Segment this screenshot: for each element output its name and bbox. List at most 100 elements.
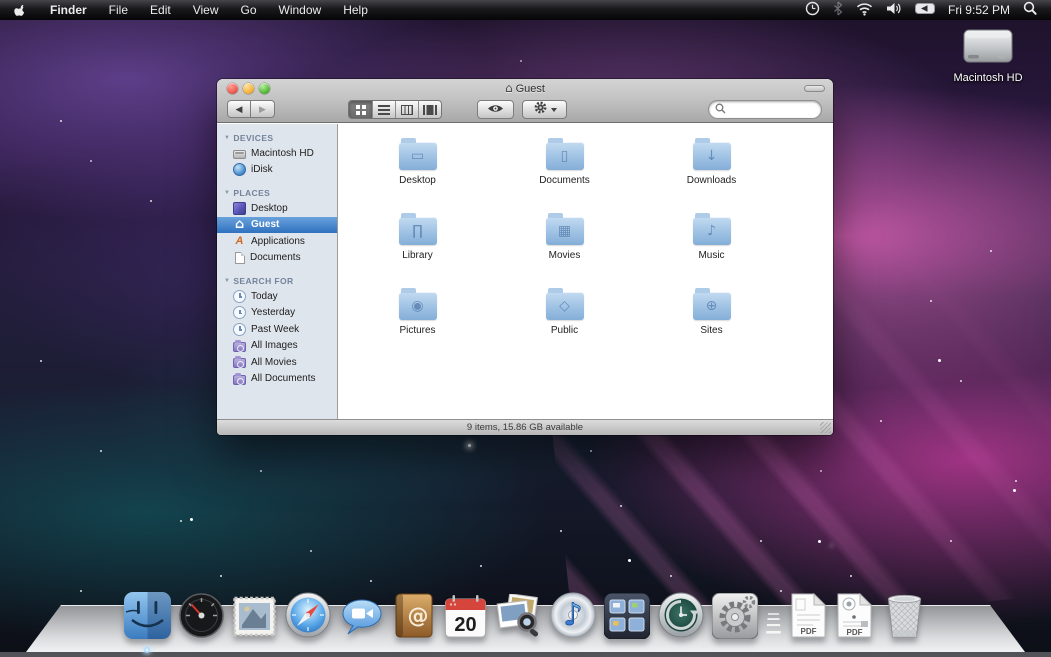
sidebar-item-label: Past Week [251,324,299,335]
sidebar-item-all-movies[interactable]: All Movies [217,354,337,371]
window-title: ⌂Guest [217,81,833,95]
dock-dashboard[interactable] [178,592,225,644]
folder-icon: ▯ [546,142,584,170]
folder-pictures[interactable]: ◉ Pictures [358,286,478,361]
menu-bar-clock[interactable]: Fri 9:52 PM [948,3,1010,17]
menu-item-finder[interactable]: Finder [39,1,98,19]
menu-item-file[interactable]: File [98,1,139,19]
folder-sites[interactable]: ⊕ Sites [652,286,772,361]
back-button[interactable]: ◀ [227,100,251,118]
menu-item-help[interactable]: Help [332,1,379,19]
dock-safari[interactable] [284,591,332,644]
sidebar-section-devices[interactable]: ▼ DEVICES [217,130,337,145]
folder-music[interactable]: ♪ Music [652,211,772,286]
smart-folder-icon [233,342,246,352]
sidebar-item-documents[interactable]: Documents [217,250,337,267]
applications-icon [233,235,246,248]
list-view-icon [378,105,390,115]
search-input[interactable] [729,104,809,115]
time-machine-icon [657,591,705,644]
sidebar-item-today[interactable]: Today [217,288,337,305]
sidebar-section-places[interactable]: ▼ PLACES [217,185,337,200]
sidebar-item-all-documents[interactable]: All Documents [217,371,337,388]
folder-icon: ▦ [546,217,584,245]
finder-window: ⌂Guest ◀ ▶ [217,79,833,435]
folder-label: Downloads [652,175,772,186]
dock-preview[interactable] [495,594,542,644]
coverflow-view-button[interactable] [418,101,441,118]
action-button[interactable] [522,100,567,119]
sidebar-item-yesterday[interactable]: Yesterday [217,305,337,322]
dock-address-book[interactable]: @ [392,592,436,644]
dock-system-preferences[interactable] [712,593,758,644]
dock-itunes[interactable]: ♪ [549,591,597,644]
list-view-button[interactable] [372,101,395,118]
sidebar-item-past-week[interactable]: Past Week [217,321,337,338]
folder-library[interactable]: ∏ Library [358,211,478,286]
disclosure-triangle-icon: ▼ [224,278,230,284]
volume-icon[interactable] [886,2,902,18]
dock-ichat[interactable] [339,597,385,644]
icon-view-button[interactable] [349,101,372,118]
forward-button[interactable]: ▶ [251,100,275,118]
folder-documents[interactable]: ▯ Documents [505,136,625,211]
quick-look-button[interactable] [477,100,514,119]
sidebar-item-idisk[interactable]: iDisk [217,162,337,179]
folder-downloads[interactable]: ↓ Downloads [652,136,772,211]
menu-item-edit[interactable]: Edit [139,1,182,19]
time-machine-icon[interactable] [805,1,820,19]
folder-label: Public [505,325,625,336]
folder-icon: ⊕ [693,292,731,320]
document-icon [235,252,245,264]
dock-ical[interactable]: 20 [443,594,488,644]
menu-extra-icon[interactable] [915,3,935,17]
dock-spaces[interactable] [604,593,650,644]
resize-grip[interactable] [820,422,831,433]
folder-public[interactable]: ◇ Public [505,286,625,361]
folder-icon: ▭ [399,142,437,170]
sidebar-item-macintosh-hd[interactable]: Macintosh HD [217,145,337,162]
bluetooth-icon[interactable] [833,1,843,19]
dropdown-caret-icon [551,108,557,112]
sidebar-item-applications[interactable]: Applications [217,233,337,250]
dock-time-machine[interactable] [657,591,705,644]
sidebar-item-label: Today [251,291,278,302]
svg-text:PDF: PDF [846,628,862,637]
status-text: 9 items, 15.86 GB available [467,422,583,433]
view-mode-control [348,100,442,119]
search-icon [715,101,726,119]
wifi-icon[interactable] [856,2,873,19]
file-browser-area[interactable]: ▭ Desktop ▯ Documents ↓ Downloads ∏ Libr… [338,124,833,419]
sidebar-section-search-for[interactable]: ▼ SEARCH FOR [217,273,337,288]
folder-grid: ▭ Desktop ▯ Documents ↓ Downloads ∏ Libr… [338,124,833,419]
menu-bar-left: Finder File Edit View Go Window Help [0,1,379,19]
sidebar-item-desktop[interactable]: Desktop [217,200,337,217]
toolbar-toggle-button[interactable] [804,85,825,92]
apple-menu-icon[interactable] [0,3,39,18]
gear-icon [533,100,548,120]
menu-item-go[interactable]: Go [230,1,268,19]
dock-trash[interactable] [881,590,928,644]
menu-item-view[interactable]: View [182,1,230,19]
column-view-button[interactable] [395,101,418,118]
back-arrow-icon: ◀ [236,104,243,115]
preview-icon [495,594,542,644]
dock-mail[interactable] [232,594,277,644]
folder-desktop[interactable]: ▭ Desktop [358,136,478,211]
dock-finder[interactable] [124,592,171,644]
folder-movies[interactable]: ▦ Movies [505,211,625,286]
sidebar-item-guest-selected[interactable]: Guest [217,217,337,234]
search-field[interactable] [709,101,821,118]
svg-text:20: 20 [454,614,476,636]
menu-item-window[interactable]: Window [268,1,333,19]
window-header[interactable]: ⌂Guest ◀ ▶ [217,79,833,123]
coverflow-view-icon [423,105,437,115]
desktop-folder-icon [233,202,246,215]
idisk-icon [233,163,246,176]
sidebar-item-all-images[interactable]: All Images [217,338,337,355]
dock-pdf-document-2[interactable]: PDF [835,592,874,644]
desktop-icon-macintosh-hd[interactable]: Macintosh HD [948,26,1028,84]
folder-icon: ∏ [399,217,437,245]
dock-pdf-document-1[interactable]: PDF [789,592,828,644]
spotlight-icon[interactable] [1023,1,1037,19]
